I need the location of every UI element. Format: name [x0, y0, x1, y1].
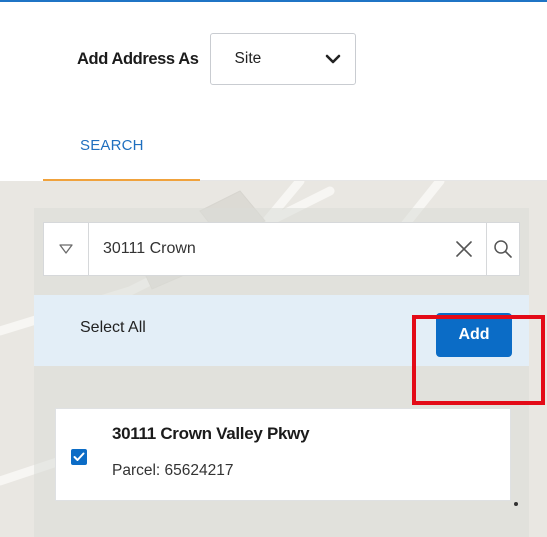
highlight-annotation	[412, 315, 545, 405]
tab-search-label: SEARCH	[80, 137, 144, 154]
checkmark-icon	[73, 452, 85, 461]
add-address-as-label: Add Address As	[77, 49, 199, 68]
map-background[interactable]: 30111 Crown Select All Add 30111 Crown V…	[0, 181, 547, 537]
result-subtitle: Parcel: 65624217	[112, 462, 234, 479]
clear-search-button[interactable]	[442, 223, 486, 275]
top-accent-line	[0, 0, 547, 2]
address-type-value: Site	[234, 50, 262, 67]
address-type-select[interactable]: Site	[209, 33, 356, 85]
chevron-down-icon	[325, 54, 340, 64]
search-panel: 30111 Crown Select All Add 30111 Crown V…	[34, 208, 545, 537]
search-bar: 30111 Crown	[43, 222, 520, 276]
search-button[interactable]	[486, 223, 519, 275]
result-card[interactable]: 30111 Crown Valley Pkwy Parcel: 65624217	[55, 408, 511, 501]
tab-search[interactable]: SEARCH	[43, 128, 200, 181]
map-marker-dot	[514, 502, 518, 506]
filter-dropdown[interactable]	[44, 223, 89, 275]
result-title: 30111 Crown Valley Pkwy	[112, 424, 310, 443]
search-input[interactable]: 30111 Crown	[89, 223, 442, 275]
close-icon	[456, 241, 472, 257]
result-checkbox[interactable]	[71, 449, 87, 465]
address-type-row: Add Address As Site	[77, 33, 356, 85]
search-icon	[494, 240, 512, 258]
triangle-down-icon	[59, 244, 73, 254]
select-all-link[interactable]: Select All	[80, 319, 146, 337]
